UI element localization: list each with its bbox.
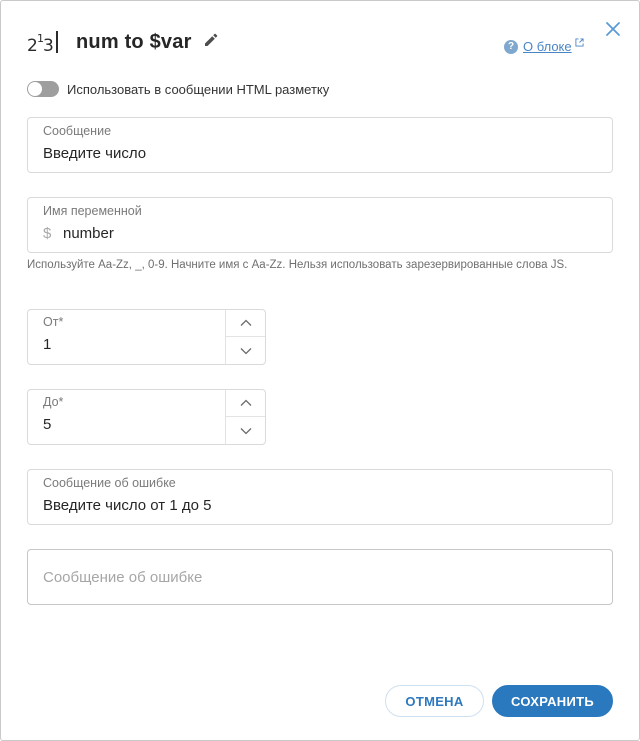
from-label: От* bbox=[43, 315, 64, 329]
html-markup-toggle-label: Использовать в сообщении HTML разметку bbox=[67, 81, 330, 97]
numbers-block-icon: 2 1 3 bbox=[27, 31, 58, 55]
from-number-field[interactable]: От* 1 bbox=[27, 309, 266, 365]
error-message-value[interactable]: Введите число от 1 до 5 bbox=[43, 497, 211, 514]
error-message-field[interactable]: Сообщение об ошибке Введите число от 1 д… bbox=[27, 469, 613, 525]
from-decrement-button[interactable] bbox=[226, 337, 265, 364]
pencil-icon[interactable] bbox=[203, 32, 219, 48]
from-stepper bbox=[225, 310, 265, 364]
to-increment-button[interactable] bbox=[226, 390, 265, 417]
message-value[interactable]: Введите число bbox=[43, 145, 146, 162]
variable-name-hint: Используйте Aa-Zz, _, 0-9. Начните имя с… bbox=[27, 259, 568, 271]
to-decrement-button[interactable] bbox=[226, 417, 265, 444]
close-icon[interactable] bbox=[604, 20, 622, 38]
html-markup-toggle-row: Использовать в сообщении HTML разметку bbox=[27, 81, 329, 97]
toggle-knob bbox=[28, 82, 42, 96]
to-stepper bbox=[225, 390, 265, 444]
error-message-empty-field[interactable]: Сообщение об ошибке bbox=[27, 549, 613, 605]
html-markup-toggle[interactable] bbox=[27, 81, 59, 97]
about-block-label[interactable]: О блоке bbox=[523, 39, 572, 54]
variable-name-value[interactable]: number bbox=[63, 225, 114, 242]
help-icon: ? bbox=[504, 39, 518, 54]
svg-text:3: 3 bbox=[43, 36, 54, 55]
from-increment-button[interactable] bbox=[226, 310, 265, 337]
message-label: Сообщение bbox=[43, 124, 112, 138]
cancel-button[interactable]: ОТМЕНА bbox=[385, 685, 484, 717]
variable-name-label: Имя переменной bbox=[43, 204, 142, 218]
chevron-down-icon bbox=[240, 347, 251, 354]
chevron-down-icon bbox=[240, 427, 251, 434]
to-label: До* bbox=[43, 395, 64, 409]
error-message-label: Сообщение об ошибке bbox=[43, 476, 176, 490]
to-number-field[interactable]: До* 5 bbox=[27, 389, 266, 445]
about-block-link[interactable]: ? О блоке bbox=[504, 37, 584, 54]
variable-name-field[interactable]: Имя переменной $ number bbox=[27, 197, 613, 253]
external-link-icon bbox=[575, 37, 584, 47]
save-button[interactable]: СОХРАНИТЬ bbox=[492, 685, 613, 717]
block-settings-dialog: 2 1 3 num to $var ? О блоке Использовать… bbox=[0, 0, 640, 741]
dollar-prefix: $ bbox=[43, 225, 52, 242]
to-value[interactable]: 5 bbox=[43, 416, 51, 433]
message-field[interactable]: Сообщение Введите число bbox=[27, 117, 613, 173]
error-message-placeholder[interactable]: Сообщение об ошибке bbox=[43, 569, 202, 586]
block-title: num to $var bbox=[76, 31, 192, 53]
chevron-up-icon bbox=[240, 319, 251, 326]
chevron-up-icon bbox=[240, 399, 251, 406]
from-value[interactable]: 1 bbox=[43, 336, 51, 353]
